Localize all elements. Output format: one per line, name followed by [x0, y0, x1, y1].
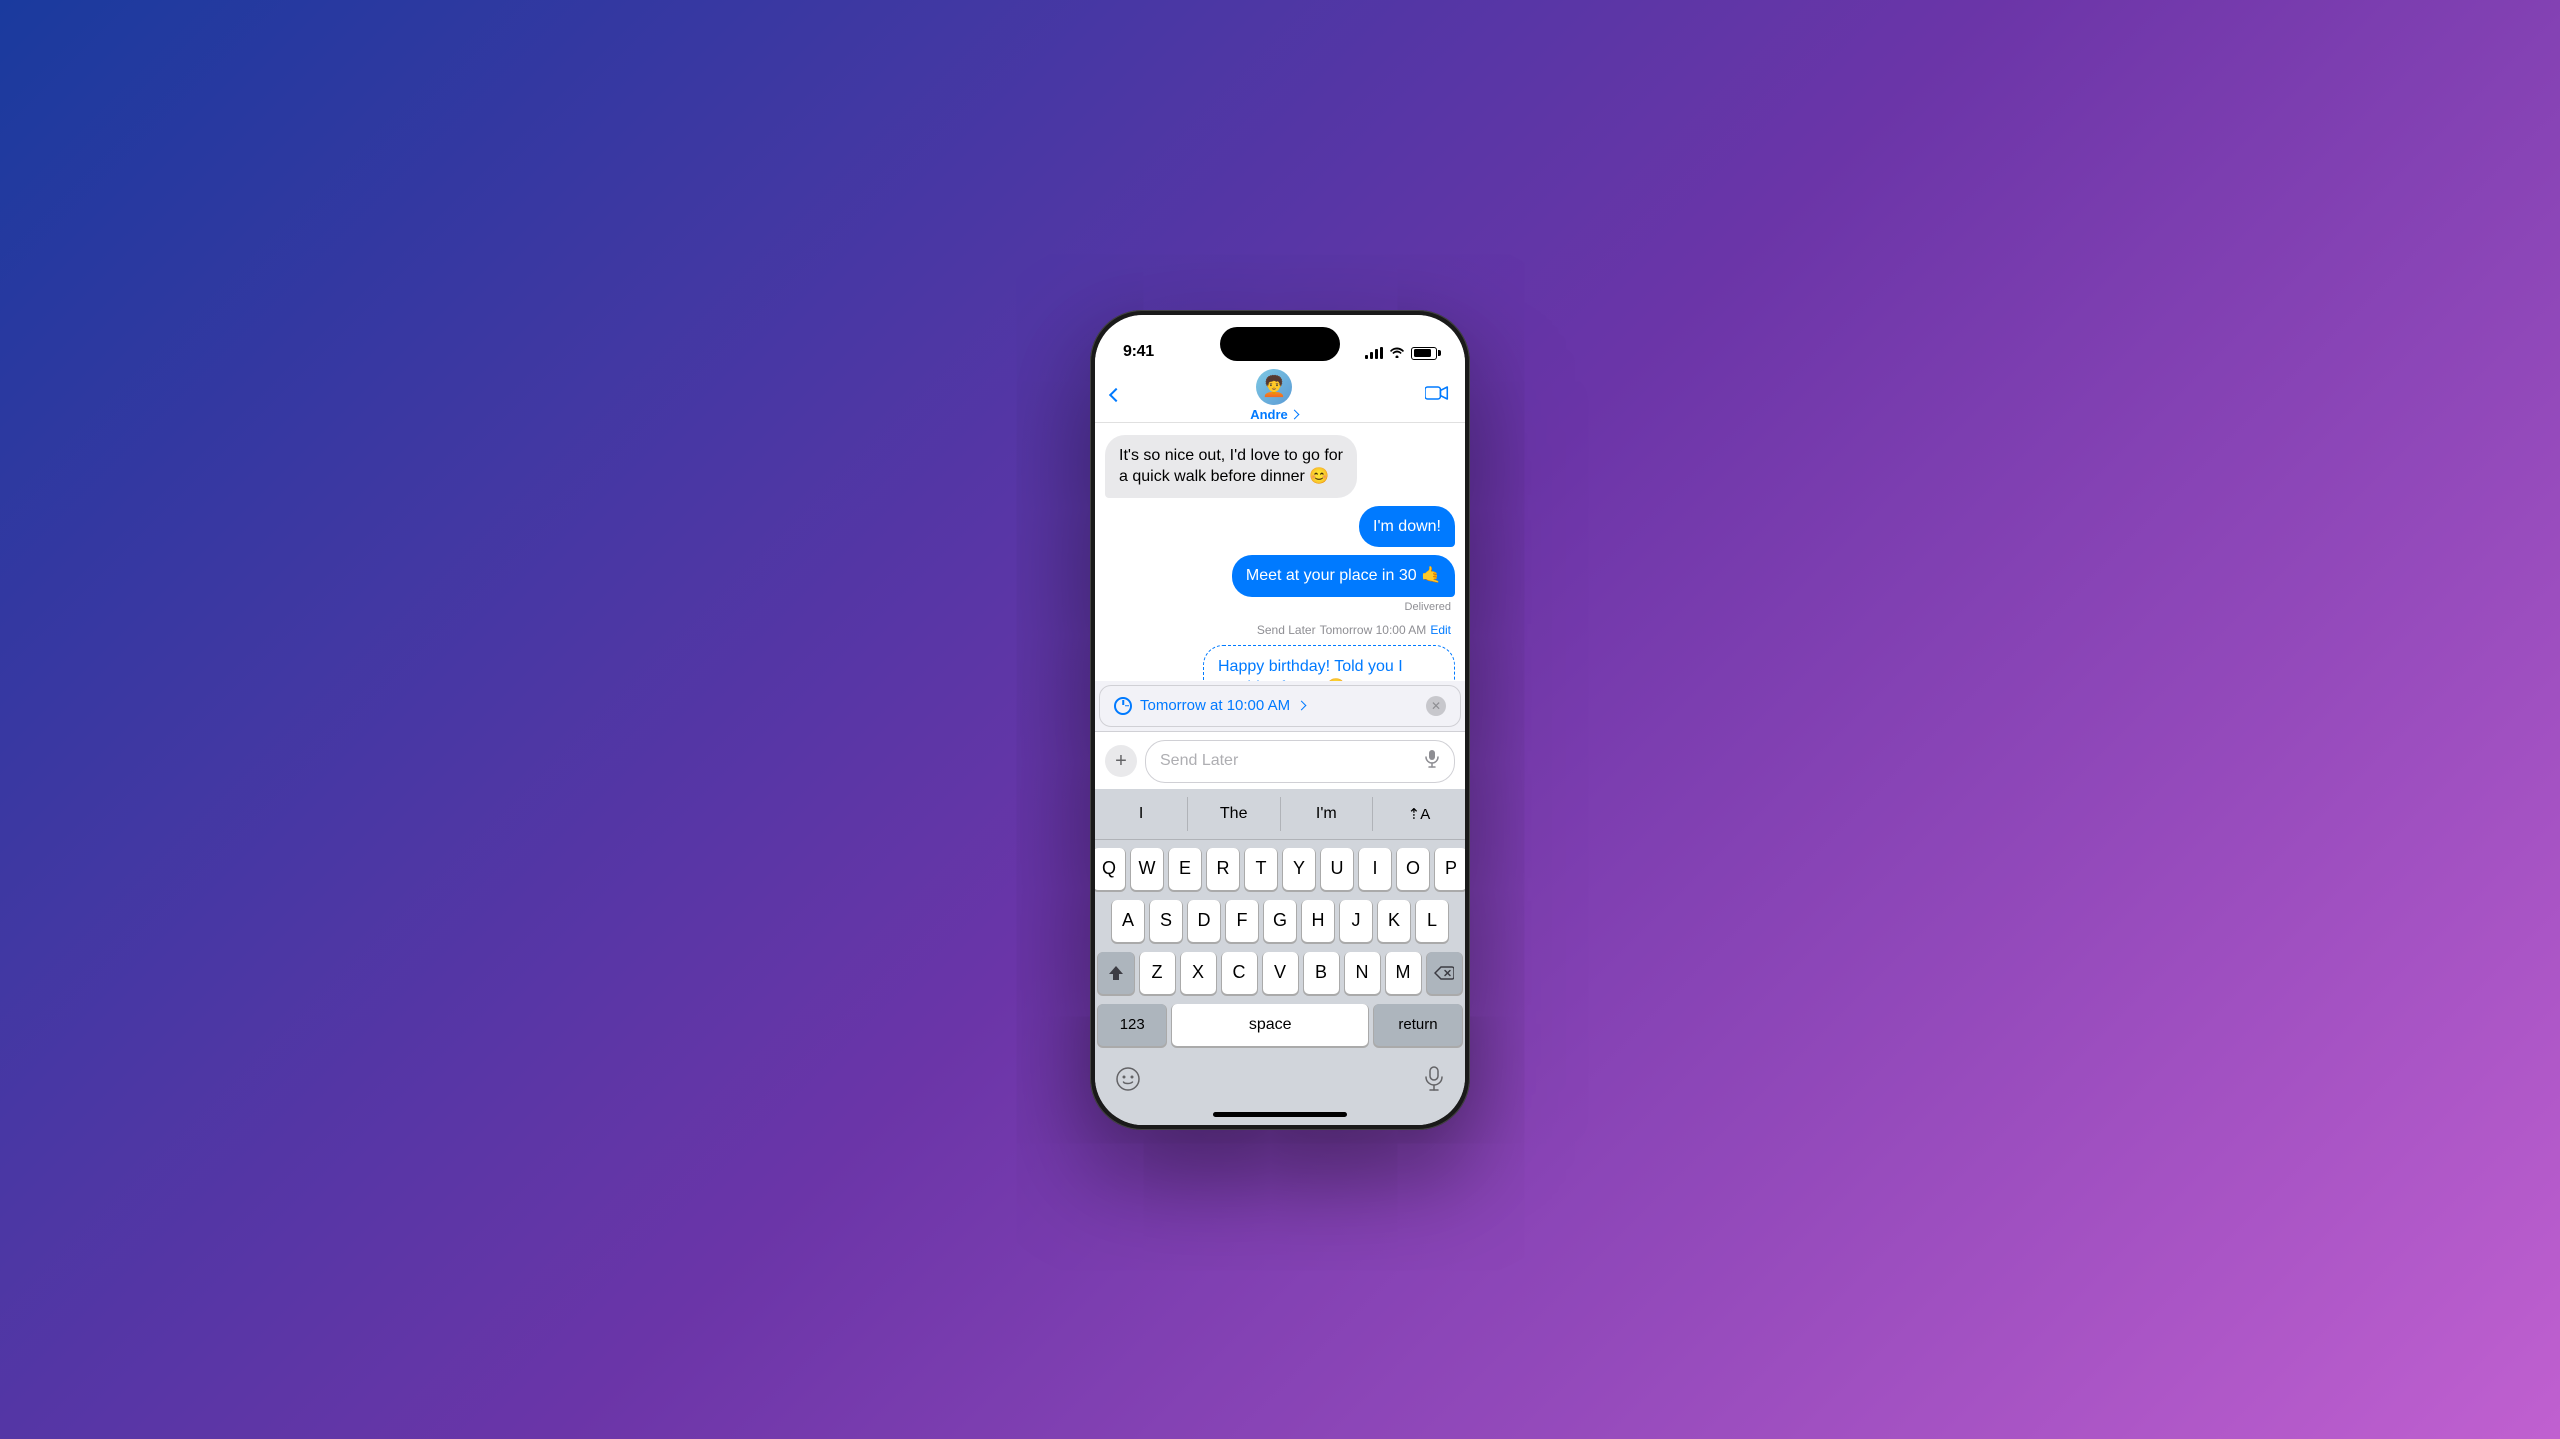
nav-bar: 🧑‍🦱 Andre	[1095, 369, 1465, 423]
status-icons	[1365, 346, 1437, 361]
key-q[interactable]: Q	[1095, 848, 1125, 890]
key-b[interactable]: B	[1304, 952, 1339, 994]
key-l[interactable]: L	[1416, 900, 1448, 942]
send-later-edit[interactable]: Edit	[1430, 623, 1451, 637]
keyboard: Q W E R T Y U I O P A S D F G H J K	[1095, 840, 1465, 1060]
delivered-label: Delivered	[1105, 601, 1451, 613]
key-n[interactable]: N	[1345, 952, 1380, 994]
message-text: I'm down!	[1373, 518, 1441, 535]
key-z[interactable]: Z	[1140, 952, 1175, 994]
key-p[interactable]: P	[1435, 848, 1465, 890]
key-s[interactable]: S	[1150, 900, 1182, 942]
video-call-button[interactable]	[1425, 384, 1449, 407]
key-row-1: Q W E R T Y U I O P	[1098, 848, 1462, 890]
avatar: 🧑‍🦱	[1256, 369, 1292, 405]
message-text: Happy birthday! Told you I wouldn't forg…	[1218, 658, 1403, 681]
key-e[interactable]: E	[1169, 848, 1201, 890]
key-g[interactable]: G	[1264, 900, 1296, 942]
key-c[interactable]: C	[1222, 952, 1257, 994]
numbers-key[interactable]: 123	[1098, 1004, 1166, 1046]
emoji-button[interactable]	[1115, 1066, 1141, 1098]
keyboard-suggestions: I The I'm ⇡A	[1095, 789, 1465, 840]
message-sent-meet: Meet at your place in 30 🤙	[1232, 555, 1455, 597]
send-later-label: Send Later	[1257, 623, 1316, 637]
backspace-key[interactable]	[1427, 952, 1463, 994]
shift-key[interactable]	[1098, 952, 1134, 994]
key-o[interactable]: O	[1397, 848, 1429, 890]
contact-info[interactable]: 🧑‍🦱 Andre	[1250, 369, 1298, 422]
key-a[interactable]: A	[1112, 900, 1144, 942]
phone-screen: 9:41	[1095, 315, 1465, 1125]
schedule-close-button[interactable]: ✕	[1426, 696, 1446, 716]
key-row-4: 123 space return	[1098, 1004, 1462, 1046]
plus-button[interactable]: +	[1105, 745, 1137, 777]
wifi-icon	[1389, 346, 1405, 361]
key-row-2: A S D F G H J K L	[1098, 900, 1462, 942]
send-later-time: Tomorrow 10:00 AM	[1320, 623, 1427, 637]
key-x[interactable]: X	[1181, 952, 1216, 994]
signal-icon	[1365, 347, 1383, 359]
key-row-3: Z X C V B N M	[1098, 952, 1462, 994]
schedule-chevron-icon	[1297, 701, 1307, 711]
key-i[interactable]: I	[1359, 848, 1391, 890]
schedule-banner-left: Tomorrow at 10:00 AM	[1114, 697, 1305, 715]
contact-name-row: Andre	[1250, 407, 1298, 422]
mic-bottom-button[interactable]	[1423, 1066, 1445, 1098]
input-area: + Send Later	[1095, 731, 1465, 789]
message-received: It's so nice out, I'd love to go for a q…	[1105, 435, 1357, 498]
text-input-placeholder: Send Later	[1160, 752, 1238, 770]
space-key[interactable]: space	[1172, 1004, 1368, 1046]
message-sent-imdown: I'm down!	[1359, 506, 1455, 548]
home-bar-area	[1095, 1112, 1465, 1125]
key-y[interactable]: Y	[1283, 848, 1315, 890]
clock-icon	[1114, 697, 1132, 715]
contact-name: Andre	[1250, 407, 1288, 422]
suggestion-item-aa[interactable]: ⇡A	[1373, 801, 1465, 827]
key-t[interactable]: T	[1245, 848, 1277, 890]
suggestion-item-i[interactable]: I	[1095, 801, 1187, 827]
suggestion-item-im[interactable]: I'm	[1280, 801, 1372, 827]
battery-icon	[1411, 347, 1437, 360]
status-time: 9:41	[1123, 343, 1154, 361]
phone-outer: 9:41	[1090, 310, 1470, 1130]
bottom-bar	[1095, 1060, 1465, 1112]
dynamic-island	[1220, 327, 1340, 361]
key-v[interactable]: V	[1263, 952, 1298, 994]
schedule-time: Tomorrow at 10:00 AM	[1140, 697, 1290, 714]
message-sent-later: Happy birthday! Told you I wouldn't forg…	[1203, 645, 1455, 681]
key-u[interactable]: U	[1321, 848, 1353, 890]
key-d[interactable]: D	[1188, 900, 1220, 942]
back-button[interactable]	[1111, 390, 1123, 400]
schedule-banner[interactable]: Tomorrow at 10:00 AM ✕	[1099, 685, 1461, 727]
mic-icon	[1424, 749, 1440, 774]
key-k[interactable]: K	[1378, 900, 1410, 942]
key-h[interactable]: H	[1302, 900, 1334, 942]
return-key[interactable]: return	[1374, 1004, 1462, 1046]
text-input-wrapper[interactable]: Send Later	[1145, 740, 1455, 783]
send-later-info: Send Later Tomorrow 10:00 AM Edit	[1105, 623, 1451, 637]
suggestion-item-the[interactable]: The	[1188, 801, 1280, 827]
key-m[interactable]: M	[1386, 952, 1421, 994]
key-j[interactable]: J	[1340, 900, 1372, 942]
key-w[interactable]: W	[1131, 848, 1163, 890]
message-text: It's so nice out, I'd love to go for a q…	[1119, 447, 1343, 486]
key-r[interactable]: R	[1207, 848, 1239, 890]
contact-chevron-icon	[1289, 410, 1299, 420]
message-text: Meet at your place in 30 🤙	[1246, 567, 1441, 584]
home-indicator	[1213, 1112, 1347, 1117]
messages-area: It's so nice out, I'd love to go for a q…	[1095, 423, 1465, 681]
key-f[interactable]: F	[1226, 900, 1258, 942]
